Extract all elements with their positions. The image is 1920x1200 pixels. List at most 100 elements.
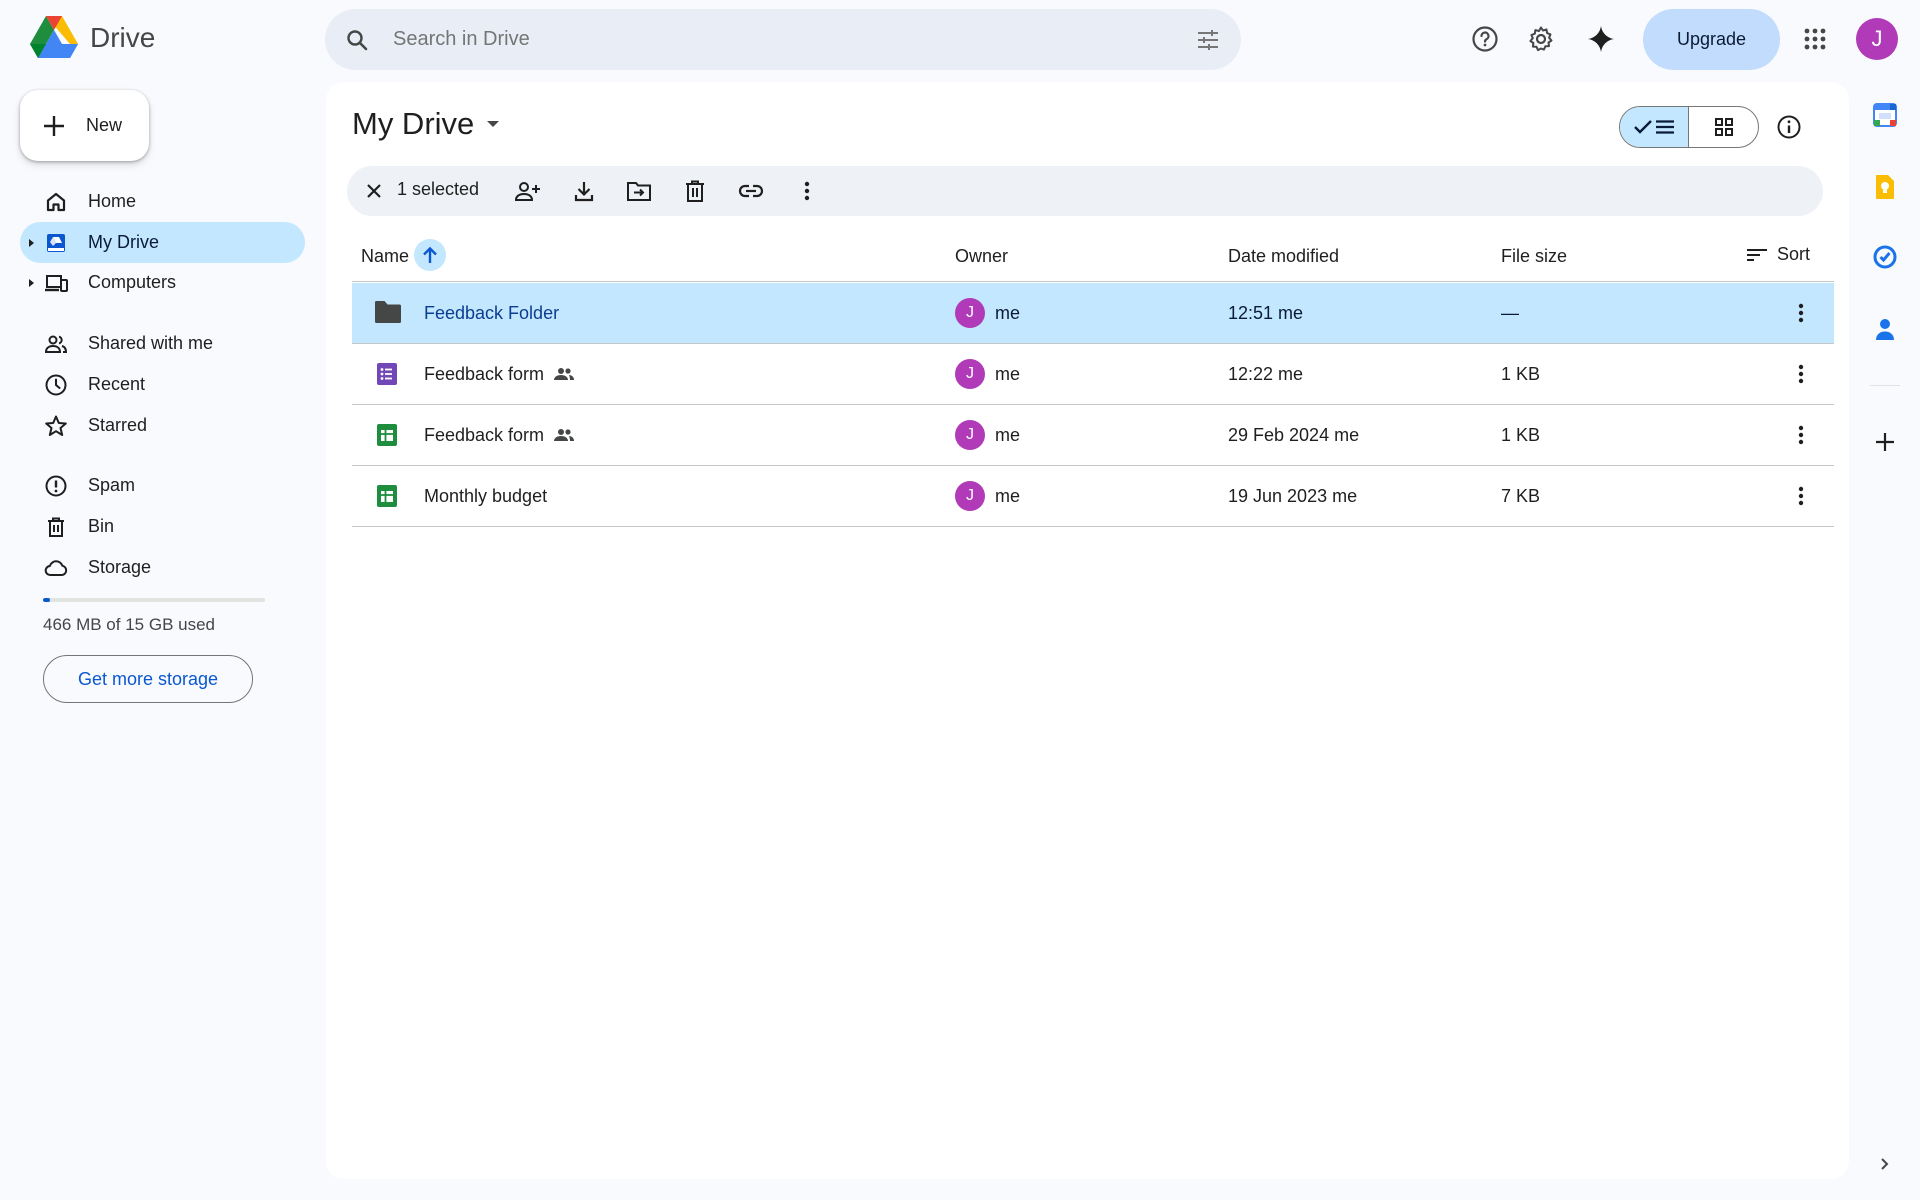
search-input[interactable]	[393, 28, 1195, 51]
move-folder-icon[interactable]	[624, 166, 654, 216]
column-owner[interactable]: Owner	[955, 246, 1008, 267]
close-icon[interactable]	[361, 166, 387, 216]
search-bar[interactable]	[325, 9, 1241, 70]
sidebar-item-label: My Drive	[88, 232, 159, 252]
more-options-icon[interactable]	[1798, 283, 1804, 343]
keep-app-icon[interactable]	[1870, 172, 1900, 202]
sidebar-item-home[interactable]: Home	[20, 181, 305, 222]
sidebar-item-bin[interactable]: Bin	[20, 506, 305, 547]
more-options-icon[interactable]	[1798, 344, 1804, 404]
storage-usage-text: 466 MB of 15 GB used	[43, 615, 215, 634]
share-person-add-icon[interactable]	[513, 166, 543, 216]
sheets-icon	[374, 422, 402, 448]
file-name: Feedback form	[424, 424, 545, 445]
column-file-size[interactable]: File size	[1501, 246, 1567, 267]
chevron-right-icon[interactable]	[1870, 1149, 1900, 1179]
forms-icon	[374, 361, 402, 387]
expand-caret-icon[interactable]	[20, 278, 42, 288]
owner-name: me	[995, 302, 1021, 323]
page-title[interactable]: My Drive	[352, 106, 500, 142]
column-name[interactable]: Name	[361, 246, 409, 267]
table-row[interactable]: Feedback Folder J me 12:51 me —	[352, 283, 1834, 344]
view-toggle	[1619, 106, 1759, 148]
get-more-storage-button[interactable]: Get more storage	[43, 655, 253, 703]
expand-caret-icon[interactable]	[20, 238, 42, 248]
contacts-app-icon[interactable]	[1870, 314, 1900, 344]
check-icon	[1634, 120, 1652, 134]
owner-cell: J me	[955, 283, 1020, 343]
selection-toolbar: 1 selected	[347, 166, 1823, 216]
table-row[interactable]: Monthly budget J me 19 Jun 2023 me 7 KB	[352, 466, 1834, 527]
column-date-modified[interactable]: Date modified	[1228, 246, 1339, 267]
sort-button[interactable]: Sort	[1746, 244, 1810, 265]
sidebar-item-starred[interactable]: Starred	[20, 405, 305, 446]
calendar-app-icon[interactable]	[1870, 100, 1900, 130]
more-options-icon[interactable]	[1798, 405, 1804, 465]
table-row[interactable]: Feedback form J me 12:22 me 1 KB	[352, 344, 1834, 405]
table-row[interactable]: Feedback form J me 29 Feb 2024 me 1 KB	[352, 405, 1834, 466]
sort-ascending-icon[interactable]	[414, 239, 446, 271]
file-size: 7 KB	[1501, 485, 1541, 506]
sort-label: Sort	[1776, 244, 1810, 264]
info-icon[interactable]	[1776, 114, 1802, 140]
file-name-cell: Feedback form	[424, 405, 575, 465]
owner-cell: J me	[955, 466, 1020, 526]
file-name: Feedback Folder	[424, 302, 560, 323]
star-icon	[44, 414, 68, 438]
upgrade-button[interactable]: Upgrade	[1643, 9, 1780, 70]
more-options-icon[interactable]	[1798, 466, 1804, 526]
drive-logo[interactable]: Drive	[30, 16, 155, 60]
owner-avatar: J	[955, 481, 985, 511]
file-size: 1 KB	[1501, 424, 1541, 445]
grid-view-button[interactable]	[1689, 107, 1758, 147]
main-panel: My Drive 1 selected Name Owner Date modi…	[326, 82, 1849, 1179]
new-button[interactable]: New	[20, 90, 149, 161]
account-avatar[interactable]: J	[1856, 18, 1898, 60]
add-addon-icon[interactable]	[1870, 427, 1900, 457]
clock-icon	[44, 373, 68, 397]
search-options-icon[interactable]	[1195, 27, 1221, 53]
selection-count: 1 selected	[397, 179, 480, 199]
tasks-app-icon[interactable]	[1870, 242, 1900, 272]
storage-usage-bar	[43, 598, 265, 602]
help-icon[interactable]	[1462, 16, 1508, 62]
apps-grid-icon[interactable]	[1792, 16, 1838, 62]
search-icon[interactable]	[345, 28, 369, 52]
download-icon[interactable]	[569, 166, 599, 216]
sidebar-item-recent[interactable]: Recent	[20, 364, 305, 405]
shared-people-icon	[554, 428, 575, 442]
sidebar-item-label: Spam	[88, 475, 136, 495]
date-modified: 29 Feb 2024 me	[1228, 424, 1360, 445]
owner-avatar: J	[955, 298, 985, 328]
link-icon[interactable]	[736, 166, 766, 216]
more-actions-icon[interactable]	[792, 166, 822, 216]
settings-icon[interactable]	[1518, 16, 1564, 62]
rail-divider	[1870, 385, 1900, 386]
sidebar-item-storage[interactable]: Storage	[20, 547, 305, 588]
date-modified: 12:51 me	[1228, 302, 1304, 323]
sidebar-item-label: Shared with me	[88, 333, 214, 353]
owner-avatar: J	[955, 420, 985, 450]
gemini-sparkle-icon[interactable]	[1578, 16, 1624, 62]
sidebar-item-shared-with-me[interactable]: Shared with me	[20, 323, 305, 364]
list-view-button[interactable]	[1620, 107, 1689, 147]
cloud-icon	[44, 556, 68, 580]
owner-name: me	[995, 485, 1021, 506]
file-name: Monthly budget	[424, 485, 548, 506]
shared-people-icon	[554, 367, 575, 381]
owner-cell: J me	[955, 405, 1020, 465]
grid-icon	[1714, 118, 1733, 136]
delete-icon[interactable]	[680, 166, 710, 216]
owner-name: me	[995, 363, 1021, 384]
table-header: Name Owner Date modified File size Sort	[352, 232, 1834, 282]
drive-logo-icon	[30, 16, 78, 60]
sidebar-item-my-drive[interactable]: My Drive	[20, 222, 305, 263]
sidebar-item-label: Storage	[88, 557, 152, 577]
sidebar-item-computers[interactable]: Computers	[20, 262, 305, 303]
date-modified: 19 Jun 2023 me	[1228, 485, 1358, 506]
sidebar-item-spam[interactable]: Spam	[20, 465, 305, 506]
sidebar-item-label: Computers	[88, 272, 177, 292]
new-button-label: New	[86, 115, 123, 135]
sort-icon	[1746, 248, 1767, 262]
sidebar-item-label: Recent	[88, 374, 146, 394]
